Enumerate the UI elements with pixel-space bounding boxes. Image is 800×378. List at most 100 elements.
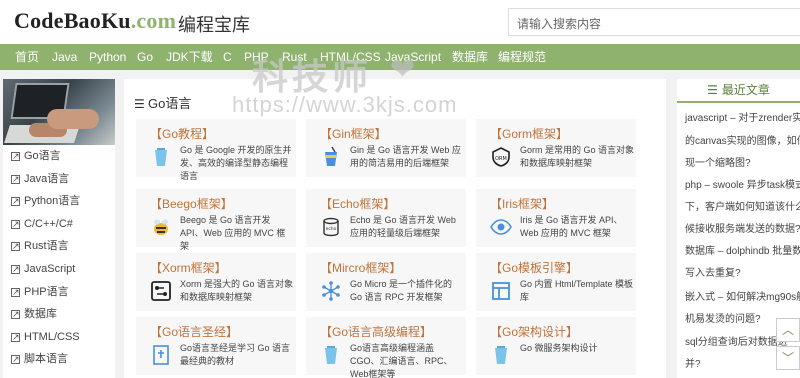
chevron-up-icon: ︿ (781, 323, 794, 337)
article-link-line[interactable]: 写入去重复? (685, 264, 741, 279)
card-description: Xorm 是强大的 Go 语言对象和数据库映射框架 (180, 279, 294, 302)
card-iris-framework[interactable]: 【Iris框架】 Iris 是 Go 语言开发 API、Web 应用的 MVC … (476, 189, 636, 247)
sidebar-item-go[interactable]: ↗ Go语言 (3, 145, 115, 168)
nav-item-python[interactable]: Python (89, 44, 126, 70)
laptop-hero-image (3, 79, 115, 145)
section-title: ☰ Go语言 (134, 93, 191, 112)
article-link-line[interactable]: 嵌入式 – 如何解决mg90s舵 (685, 288, 800, 303)
card-go-template-engine[interactable]: 【Go模板引擎】 Go 内置 Html/Template 模板库 (476, 253, 636, 311)
card-title: 【Echo框架】 (320, 197, 396, 211)
cup-icon (495, 346, 507, 364)
article-link-line[interactable]: 机易发烫的问题? (685, 310, 761, 325)
recent-articles-heading: ☰ 最近文章 (677, 79, 800, 101)
logo-suffix: .com (130, 8, 177, 33)
card-gorm-framework[interactable]: 【Gorm框架】 ORM Gorm 是常用的 Go 语言对象和数据库映射框架 (476, 119, 636, 177)
article-link-line[interactable]: 现一个缩略图? (685, 154, 751, 169)
sidebar-item-label: PHP语言 (24, 285, 69, 298)
article-link-line[interactable]: javascript – 对于zrender实现 (685, 109, 800, 124)
nav-item-html-css[interactable]: HTML/CSS (320, 44, 381, 70)
sidebar-item-label: HTML/CSS (24, 330, 80, 343)
article-link-line[interactable]: 的canvas实现的图像，如何受 (685, 132, 800, 147)
nodes-square-icon (151, 281, 171, 301)
sidebar-item-label: Python语言 (24, 195, 81, 208)
sidebar-item-database[interactable]: ↗ 数据库 (3, 303, 115, 326)
nav-item-database[interactable]: 数据库 (452, 44, 488, 70)
search-input[interactable]: 请输入搜索内容 (508, 8, 800, 36)
card-title: 【Mircro框架】 (320, 261, 402, 275)
card-title: 【Go语言圣经】 (150, 325, 239, 339)
orm-icon: ORM (492, 147, 510, 167)
external-link-icon: ↗ (11, 309, 20, 320)
sidebar-item-label: Java语言 (24, 172, 70, 185)
article-link-line[interactable]: 数据库 – dolphindb 批量数据 (685, 242, 800, 257)
nav-item-java[interactable]: Java (52, 44, 77, 70)
card-go-architecture[interactable]: 【Go架构设计】 Go 微服务架构设计 (476, 317, 636, 375)
section-title-text: Go语言 (148, 96, 192, 111)
svg-text:echo: echo (326, 226, 337, 232)
card-description: Echo 是 Go 语言开发 Web 应用的轻量级后端框架 (350, 215, 456, 238)
nav-item-rust[interactable]: Rust (282, 44, 307, 70)
sidebar-item-label: 脚本语言 (24, 353, 68, 366)
sidebar-item-label: 数据库 (24, 308, 57, 321)
sidebar-item-python[interactable]: ↗ Python语言 (3, 190, 115, 213)
external-link-icon: ↗ (11, 241, 20, 252)
card-echo-framework[interactable]: 【Echo框架】 echo Echo 是 Go 语言开发 Web 应用的轻量级后… (306, 189, 466, 247)
article-link-line[interactable]: 下，客户端如何知道该什么时 (685, 198, 800, 213)
nav-item-jdk[interactable]: JDK下载 (166, 44, 213, 70)
main-content: ☰ Go语言 【Go教程】 Go 是 Google 开发的原生并发、高效的编译型静… (124, 79, 666, 378)
list-icon: ☰ (707, 83, 718, 97)
sidebar-item-label: JavaScript (24, 262, 76, 275)
card-micro-framework[interactable]: 【Mircro框架】 Go Micro 是一个插件化的 Go 语言 RPC 开发… (306, 253, 466, 311)
card-description: Go 是 Google 开发的原生并发、高效的编译型静态编程语言 (180, 145, 292, 181)
card-description: Gorm 是常用的 Go 语言对象和数据库映射框架 (520, 145, 635, 168)
card-go-advanced[interactable]: 【Go语言高级编程】 Go语言高级编程涵盖 CGO、汇编语言、RPC、Web框架… (306, 317, 466, 378)
top-header: CodeBaoKu.com 编程宝库 请输入搜索内容 (0, 0, 800, 44)
list-icon: ☰ (134, 97, 145, 111)
card-beego-framework[interactable]: 【Beego框架】 Beego 是 Go 语言开发 API、Web 应用的 MV… (136, 189, 296, 251)
article-link-line[interactable]: 并? (685, 355, 701, 370)
card-gin-framework[interactable]: 【Gin框架】 Gin 是 Go 语言开发 Web 应用的简洁易用的后端框架 (306, 119, 466, 177)
card-description: Go Micro 是一个插件化的 Go 语言 RPC 开发框架 (350, 279, 453, 302)
sidebar-item-java[interactable]: ↗ Java语言 (3, 168, 115, 191)
card-go-tutorial[interactable]: 【Go教程】 Go 是 Google 开发的原生并发、高效的编译型静态编程语言 (136, 119, 296, 181)
nav-item-home[interactable]: 首页 (15, 44, 39, 70)
scroll-down-button[interactable]: ﹀ (776, 346, 800, 370)
nav-item-coding-standards[interactable]: 编程规范 (498, 44, 546, 70)
card-description: Gin 是 Go 语言开发 Web 应用的简洁易用的后端框架 (350, 145, 461, 168)
card-title: 【Gorm框架】 (490, 127, 569, 141)
nav-item-php[interactable]: PHP (244, 44, 269, 70)
sidebar-item-c[interactable]: ↗ C/C++/C# (3, 213, 115, 236)
card-go-bible[interactable]: 【Go语言圣经】 Go语言圣经是学习 Go 语言最经典的教材 (136, 317, 296, 375)
book-icon (153, 345, 169, 365)
card-xorm-framework[interactable]: 【Xorm框架】 Xorm 是强大的 Go 语言对象和数据库映射框架 (136, 253, 296, 311)
left-sidebar: ↗ Go语言 ↗ Java语言 ↗ Python语言 ↗ C/C++/C# ↗ Rust语… (3, 79, 115, 378)
recent-articles-title: 最近文章 (721, 83, 770, 97)
sidebar-item-label: Go语言 (24, 150, 61, 162)
sidebar-item-html-css[interactable]: ↗ HTML/CSS (3, 326, 115, 349)
main-nav: 首页 Java Python Go JDK下载 C PHP Rust HTML/… (0, 44, 800, 70)
card-title: 【Beego框架】 (150, 197, 233, 211)
svg-text:ORM: ORM (495, 156, 507, 162)
article-link-line[interactable]: sql分组查询后对数据进 (685, 333, 788, 348)
category-list: ↗ Go语言 ↗ Java语言 ↗ Python语言 ↗ C/C++/C# ↗ Rust语… (3, 145, 115, 371)
nav-item-c[interactable]: C (223, 44, 232, 70)
external-link-icon: ↗ (11, 286, 20, 297)
site-logo[interactable]: CodeBaoKu.com (14, 8, 176, 34)
card-title: 【Go架构设计】 (490, 325, 579, 339)
sidebar-item-php[interactable]: ↗ PHP语言 (3, 281, 115, 304)
heading-divider (677, 101, 800, 103)
nav-item-javascript[interactable]: JavaScript (385, 44, 441, 70)
article-link-line[interactable]: 候接收服务端发送的数据? (685, 220, 800, 235)
scroll-up-button[interactable]: ︿ (776, 318, 800, 342)
card-description: Iris 是 Go 语言开发 API、Web 应用的 MVC 框架 (520, 215, 623, 238)
external-link-icon: ↗ (11, 331, 20, 342)
article-link-line[interactable]: php – swoole 异步task模式 (685, 176, 800, 191)
echo-icon: echo (323, 217, 339, 237)
sidebar-item-rust[interactable]: ↗ Rust语言 (3, 235, 115, 258)
drink-icon (325, 146, 337, 166)
sidebar-item-script[interactable]: ↗ 脚本语言 (3, 348, 115, 371)
nav-item-go[interactable]: Go (137, 44, 153, 70)
logo-subtitle: 编程宝库 (178, 15, 250, 35)
sidebar-item-javascript[interactable]: ↗ JavaScript (3, 258, 115, 281)
external-link-icon: ↗ (11, 263, 20, 274)
